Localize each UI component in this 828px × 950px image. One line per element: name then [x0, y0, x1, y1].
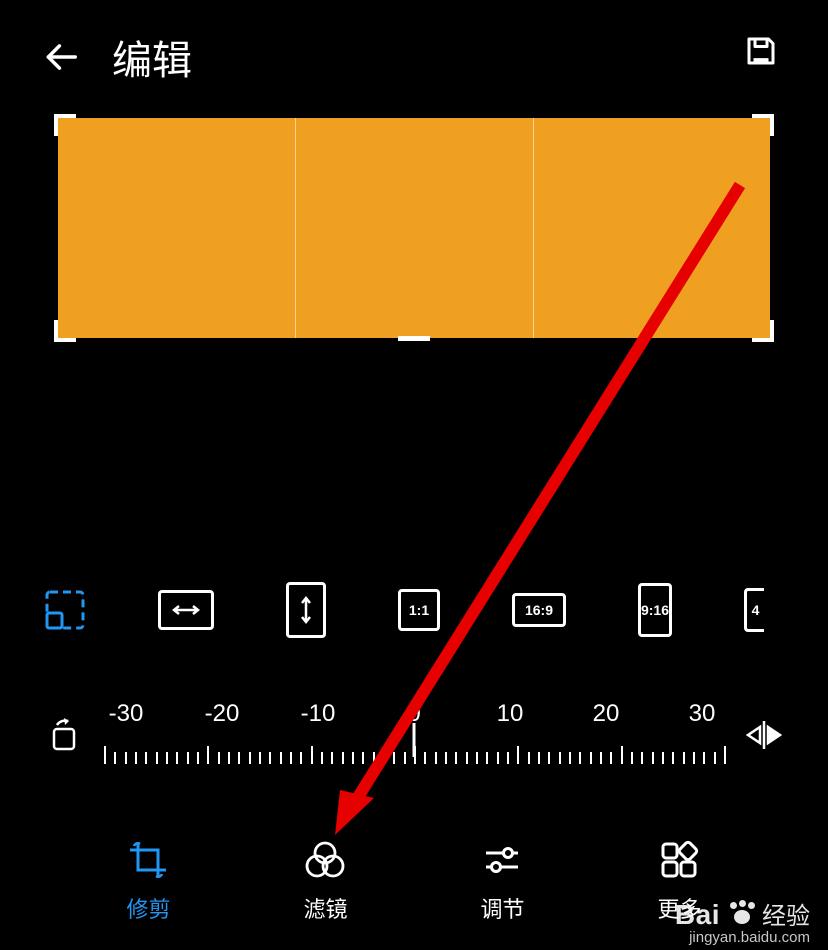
aspect-4-3-partial[interactable]: 4 — [744, 588, 764, 632]
rotation-ruler-area: -30 -20 -10 0 10 20 30 — [0, 700, 828, 770]
nav-filter[interactable]: 滤镜 — [303, 838, 347, 924]
aspect-label: 9:16 — [641, 602, 669, 618]
nav-adjust[interactable]: 调节 — [480, 838, 524, 924]
crop-handle-bl[interactable] — [54, 320, 76, 342]
aspect-horizontal[interactable] — [158, 590, 214, 630]
ruler-label: 10 — [490, 700, 530, 728]
arrow-vertical-icon — [300, 596, 312, 624]
more-icon — [657, 838, 701, 882]
arrow-horizontal-icon — [172, 604, 200, 616]
watermark-url: jingyan.baidu.com — [675, 929, 810, 946]
aspect-free[interactable] — [44, 589, 86, 631]
rotation-ruler[interactable]: -30 -20 -10 0 10 20 30 — [104, 700, 724, 770]
page-title: 编辑 — [112, 28, 192, 86]
ruler-label: 30 — [682, 700, 722, 728]
rotate-button[interactable] — [44, 715, 84, 755]
ruler-center-mark — [413, 723, 416, 757]
crop-grid-line — [533, 118, 534, 338]
filter-icon — [303, 838, 347, 882]
ruler-label: 20 — [586, 700, 626, 728]
nav-label: 更多 — [657, 892, 701, 924]
adjust-icon — [480, 838, 524, 882]
crop-handle-tr[interactable] — [752, 114, 774, 136]
aspect-1-1[interactable]: 1:1 — [398, 589, 440, 631]
nav-label: 滤镜 — [303, 892, 347, 924]
image-preview[interactable] — [58, 118, 770, 338]
aspect-16-9[interactable]: 16:9 — [512, 593, 566, 627]
aspect-vertical[interactable] — [286, 582, 326, 638]
nav-label: 修剪 — [126, 892, 170, 924]
crop-handle-bottom[interactable] — [398, 336, 430, 341]
save-button[interactable] — [740, 30, 782, 72]
crop-grid-line — [295, 118, 296, 338]
aspect-ratio-row: 1:1 16:9 9:16 4 — [0, 582, 828, 638]
crop-handle-br[interactable] — [752, 320, 774, 342]
ruler-label: -20 — [202, 700, 242, 728]
back-button[interactable] — [40, 36, 82, 78]
crop-handle-tl[interactable] — [54, 114, 76, 136]
nav-more[interactable]: 更多 — [657, 838, 701, 924]
crop-canvas[interactable] — [58, 118, 770, 338]
nav-label: 调节 — [480, 892, 524, 924]
rotate-icon — [44, 715, 84, 755]
aspect-9-16[interactable]: 9:16 — [638, 583, 672, 637]
bottom-nav: 修剪 滤镜 调节 更多 — [0, 838, 828, 924]
aspect-label: 1:1 — [409, 602, 429, 618]
aspect-label: 4 — [752, 602, 760, 618]
ruler-label: -10 — [298, 700, 338, 728]
crop-free-icon — [44, 589, 86, 631]
ruler-label: -30 — [106, 700, 146, 728]
flip-button[interactable] — [744, 715, 784, 755]
header: 编辑 — [0, 0, 828, 106]
aspect-label: 16:9 — [525, 602, 553, 618]
crop-icon — [126, 838, 170, 882]
nav-crop[interactable]: 修剪 — [126, 838, 170, 924]
flip-icon — [744, 715, 784, 755]
